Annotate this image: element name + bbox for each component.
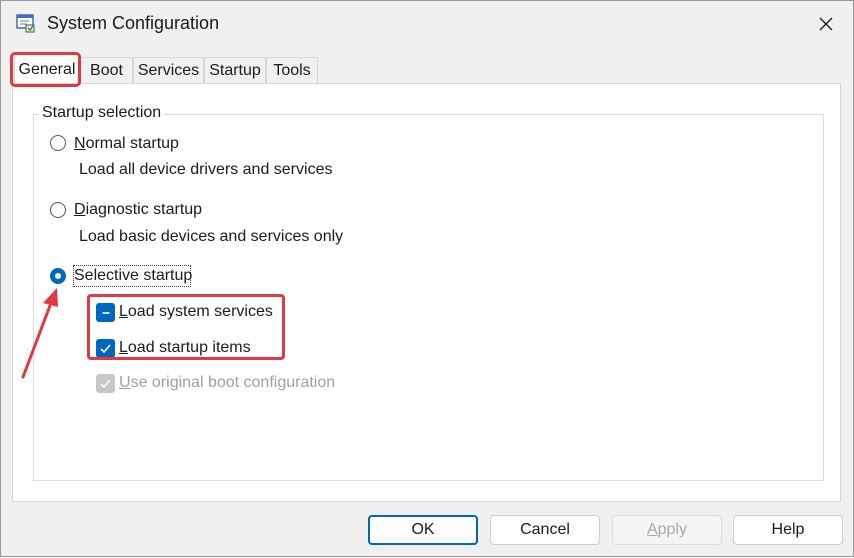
- help-button[interactable]: Help: [733, 515, 843, 545]
- cancel-button[interactable]: Cancel: [490, 515, 600, 545]
- red-arrow-annotation: [21, 288, 58, 379]
- ok-button[interactable]: OK: [368, 515, 478, 545]
- system-configuration-window: System Configuration General Boot Servic…: [0, 0, 854, 557]
- apply-button: Apply: [612, 515, 722, 545]
